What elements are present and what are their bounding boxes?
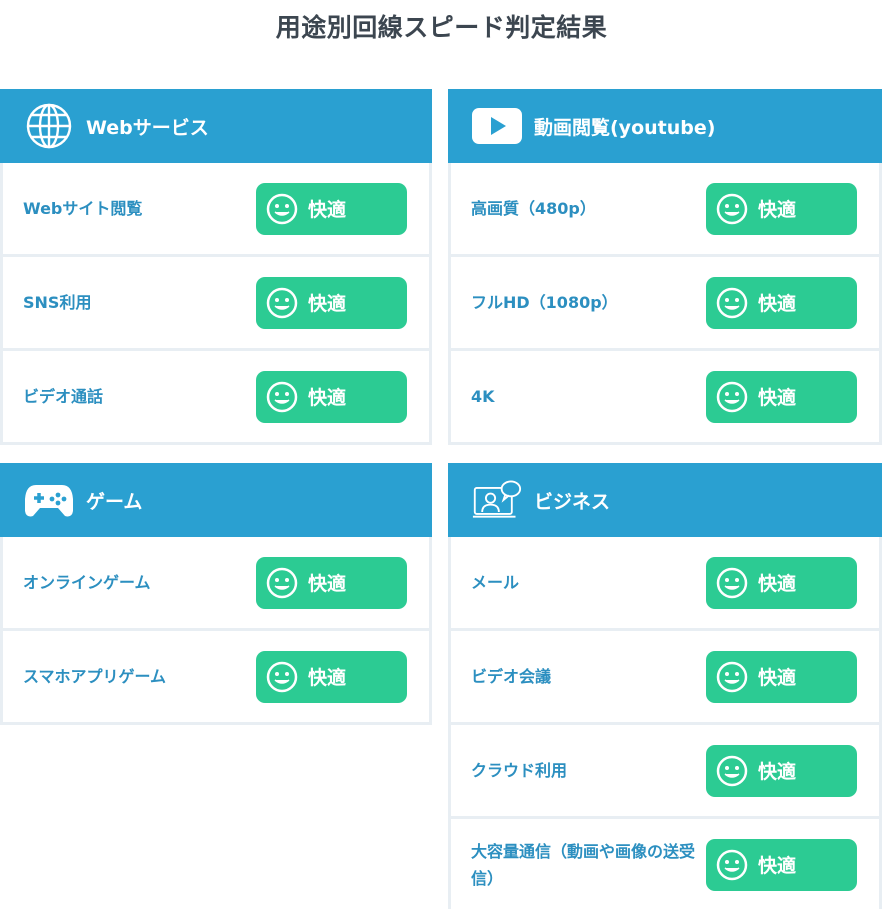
- section-web-services: Webサービス Webサイト閲覧 快適 SNS利用 快適 ビデオ通話 快適: [0, 89, 432, 445]
- status-text: 快適: [758, 573, 797, 595]
- section-video: 動画閲覧(youtube) 高画質（480p） 快適 フルHD（1080p） 快…: [448, 89, 882, 445]
- status-badge: 快適: [706, 182, 857, 235]
- status-text: 快適: [308, 387, 347, 409]
- list-item: 4K 快適: [448, 351, 882, 445]
- section-title: 動画閲覧(youtube): [534, 116, 716, 139]
- list-item: 大容量通信（動画や画像の送受信） 快適: [448, 819, 882, 909]
- status-text: 快適: [308, 293, 347, 315]
- item-label: ビデオ会議: [471, 667, 552, 686]
- list-item: ビデオ会議 快適: [448, 631, 882, 725]
- section-title: ビジネス: [534, 490, 611, 513]
- globe-icon: [24, 101, 74, 151]
- smile-icon: [716, 567, 748, 598]
- status-badge: 快適: [256, 276, 407, 329]
- status-text: 快適: [308, 199, 347, 221]
- section-business: ビジネス メール 快適 ビデオ会議 快適 クラウド利用 快適 大容量通信（動画や…: [448, 463, 882, 909]
- status-badge: 快適: [706, 744, 857, 797]
- status-badge: 快適: [706, 276, 857, 329]
- smile-icon: [716, 661, 748, 692]
- item-label: 4K: [471, 387, 495, 406]
- section-title: ゲーム: [86, 490, 143, 513]
- status-badge: 快適: [256, 650, 407, 703]
- section-header: Webサービス: [0, 89, 432, 163]
- smile-icon: [716, 755, 748, 786]
- item-label: オンラインゲーム: [23, 573, 151, 592]
- smile-icon: [266, 661, 298, 692]
- smile-icon: [266, 193, 298, 224]
- smile-icon: [716, 287, 748, 318]
- status-text: 快適: [758, 199, 797, 221]
- section-header: 動画閲覧(youtube): [448, 89, 882, 163]
- status-badge: 快適: [706, 556, 857, 609]
- web-meeting-icon: [472, 475, 522, 525]
- item-label: クラウド利用: [471, 761, 568, 780]
- item-label: 大容量通信（動画や画像の送受信）: [471, 841, 696, 888]
- status-badge: 快適: [256, 556, 407, 609]
- smile-icon: [266, 381, 298, 412]
- play-icon: [472, 101, 522, 151]
- item-label: メール: [471, 573, 520, 592]
- list-item: ビデオ通話 快適: [0, 351, 432, 445]
- list-item: メール 快適: [448, 537, 882, 631]
- list-item: クラウド利用 快適: [448, 725, 882, 819]
- list-item: 高画質（480p） 快適: [448, 163, 882, 257]
- section-title: Webサービス: [86, 116, 209, 139]
- list-item: SNS利用 快適: [0, 257, 432, 351]
- smile-icon: [716, 849, 748, 880]
- list-item: フルHD（1080p） 快適: [448, 257, 882, 351]
- status-text: 快適: [758, 293, 797, 315]
- gamepad-icon: [24, 475, 74, 525]
- smile-icon: [716, 193, 748, 224]
- list-item: Webサイト閲覧 快適: [0, 163, 432, 257]
- section-games: ゲーム オンラインゲーム 快適 スマホアプリゲーム 快適: [0, 463, 432, 725]
- status-text: 快適: [758, 387, 797, 409]
- status-text: 快適: [758, 667, 797, 689]
- status-text: 快適: [758, 855, 797, 877]
- status-badge: 快適: [706, 838, 857, 891]
- item-label: ビデオ通話: [23, 387, 104, 406]
- status-text: 快適: [308, 667, 347, 689]
- status-badge: 快適: [706, 650, 857, 703]
- smile-icon: [716, 381, 748, 412]
- status-badge: 快適: [256, 182, 407, 235]
- status-text: 快適: [758, 761, 797, 783]
- item-label: Webサイト閲覧: [23, 199, 143, 218]
- item-label: SNS利用: [23, 293, 92, 312]
- section-header: ビジネス: [448, 463, 882, 537]
- page-title: 用途別回線スピード判定結果: [275, 13, 608, 42]
- smile-icon: [266, 287, 298, 318]
- status-badge: 快適: [706, 370, 857, 423]
- item-label: フルHD（1080p）: [471, 293, 618, 312]
- item-label: 高画質（480p）: [471, 199, 596, 218]
- status-text: 快適: [308, 573, 347, 595]
- section-header: ゲーム: [0, 463, 432, 537]
- list-item: スマホアプリゲーム 快適: [0, 631, 432, 725]
- smile-icon: [266, 567, 298, 598]
- status-badge: 快適: [256, 370, 407, 423]
- list-item: オンラインゲーム 快適: [0, 537, 432, 631]
- item-label: スマホアプリゲーム: [23, 667, 167, 686]
